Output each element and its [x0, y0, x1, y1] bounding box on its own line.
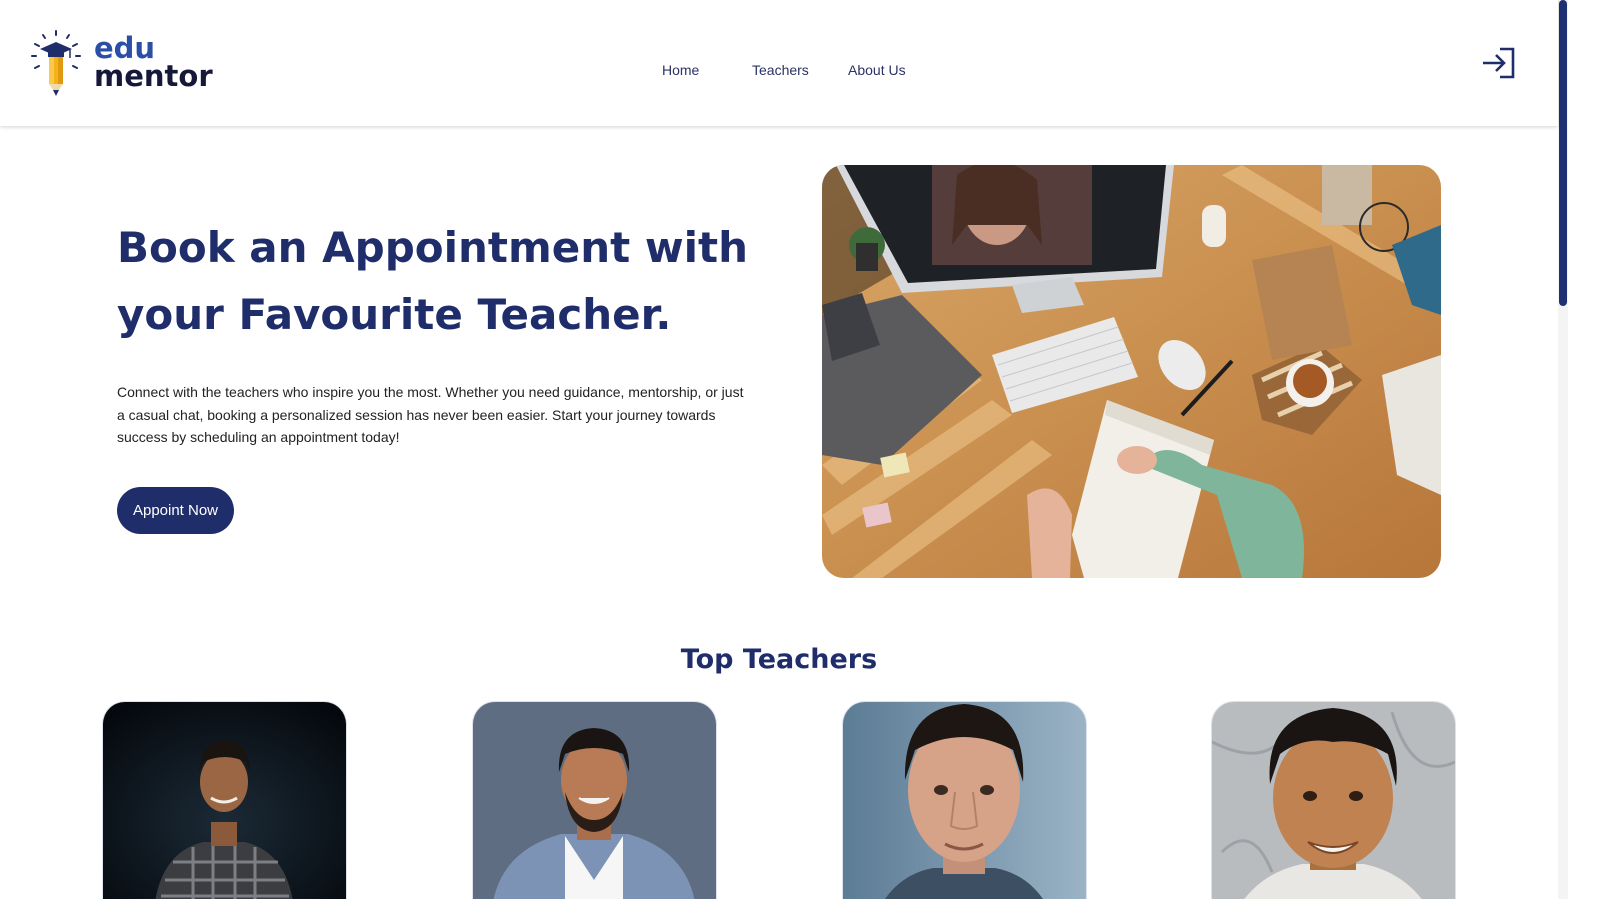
- main-nav: Home Teachers About Us: [0, 62, 1558, 82]
- hero-title-line-2: your Favourite Teacher.: [117, 290, 672, 339]
- nav-link-home[interactable]: Home: [662, 62, 699, 78]
- teacher-photo: [843, 702, 1086, 899]
- hero-image: [822, 165, 1441, 578]
- hero-title-line-1: Book an Appointment with: [117, 223, 749, 272]
- teacher-photo: [1212, 702, 1455, 899]
- study-desk-image: [822, 165, 1441, 578]
- nav-link-about-us[interactable]: About Us: [848, 62, 906, 78]
- scrollbar-thumb[interactable]: [1559, 0, 1567, 306]
- appoint-now-button[interactable]: Appoint Now: [117, 487, 234, 534]
- teacher-photo: [473, 702, 716, 899]
- logo-text-edu: edu: [94, 31, 156, 65]
- teacher-card[interactable]: [473, 702, 716, 899]
- site-header: edu mentor Home Teachers About Us: [0, 0, 1558, 126]
- page-scrollbar[interactable]: [1558, 0, 1568, 899]
- teacher-card[interactable]: [843, 702, 1086, 899]
- hero-description: Connect with the teachers who inspire yo…: [117, 384, 744, 445]
- teacher-card[interactable]: [103, 702, 346, 899]
- login-button[interactable]: [1480, 46, 1516, 80]
- nav-link-teachers[interactable]: Teachers: [752, 62, 809, 78]
- teacher-card[interactable]: [1212, 702, 1455, 899]
- hero-title: Book an Appointment with your Favourite …: [117, 214, 767, 348]
- page: edu mentor Home Teachers About Us Book a…: [0, 0, 1599, 899]
- login-icon: [1483, 47, 1515, 79]
- teacher-photo: [103, 702, 346, 899]
- top-teachers-title: Top Teachers: [680, 644, 878, 675]
